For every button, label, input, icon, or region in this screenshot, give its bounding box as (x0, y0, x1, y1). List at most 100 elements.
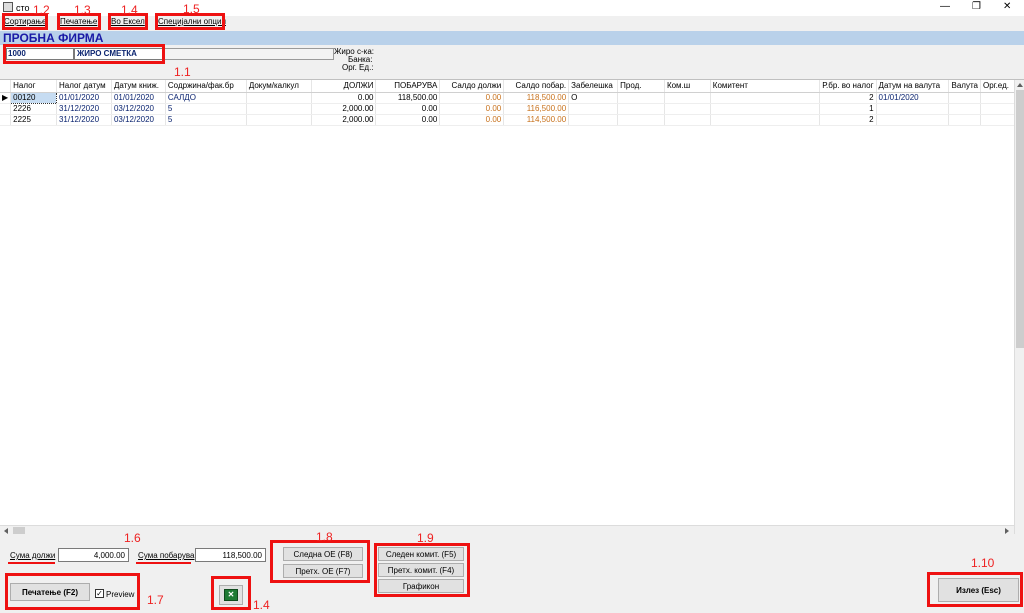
table-cell[interactable] (246, 103, 312, 115)
col-header[interactable]: Салдо должи (439, 80, 505, 93)
table-cell[interactable]: 31/12/2020 (56, 103, 112, 115)
table-cell[interactable] (246, 114, 312, 126)
table-cell[interactable] (568, 114, 619, 126)
table-cell[interactable] (246, 92, 312, 104)
col-header[interactable]: Валута (948, 80, 981, 93)
table-cell[interactable]: 01/01/2020 (56, 92, 112, 104)
sum-debit-label: Сума должи (10, 551, 56, 560)
excel-export-button[interactable]: ✕ (219, 585, 243, 605)
table-cell[interactable]: 0.00 (439, 103, 505, 115)
table-cell[interactable]: САЛДО (165, 92, 247, 104)
table-cell[interactable]: 5 (165, 103, 247, 115)
prev-client-button[interactable]: Претх. комит. (F4) (378, 563, 464, 577)
exit-button[interactable]: Излез (Esc) (938, 578, 1019, 602)
col-header[interactable]: Прод. (617, 80, 665, 93)
table-cell[interactable] (617, 114, 665, 126)
prev-oe-button[interactable]: Претх. ОЕ (F7) (283, 564, 363, 578)
next-oe-button[interactable]: Следна ОЕ (F8) (283, 547, 363, 561)
table-row[interactable]: 2225 31/12/2020 03/12/2020 5 2,000.00 0.… (0, 114, 1024, 126)
table-cell[interactable]: 2 (819, 92, 877, 104)
table-cell[interactable] (664, 114, 711, 126)
excel-icon: ✕ (224, 589, 238, 601)
horizontal-scroll-thumb[interactable] (13, 527, 25, 534)
table-cell[interactable]: 31/12/2020 (56, 114, 112, 126)
col-header[interactable]: Забелешка (568, 80, 619, 93)
col-header[interactable]: Ком.ш (664, 80, 711, 93)
print-button[interactable]: Печатење (F2) (10, 583, 90, 601)
col-header[interactable]: ПОБАРУВА (375, 80, 441, 93)
horizontal-scrollbar[interactable] (0, 525, 1014, 534)
col-header[interactable]: Докум/калкул (246, 80, 312, 93)
row-indicator-header (0, 80, 12, 93)
sum-debit-field: 4,000.00 (58, 548, 129, 562)
table-row[interactable]: ▶ 00120 01/01/2020 01/01/2020 САЛДО 0.00… (0, 91, 1024, 104)
ledger-grid[interactable]: Налог Налог датум Датум книж. Содржина/ф… (0, 79, 1024, 534)
table-cell[interactable] (664, 103, 711, 115)
table-cell[interactable] (617, 92, 665, 104)
menu-special-options[interactable]: Специјални опции (158, 17, 226, 26)
col-header[interactable]: Датум книж. (111, 80, 166, 93)
table-cell[interactable]: 0.00 (311, 92, 377, 104)
scroll-left-icon[interactable] (4, 528, 8, 534)
table-cell[interactable]: 2 (819, 114, 877, 126)
table-cell[interactable]: 2225 (10, 114, 57, 126)
col-header[interactable]: Комитент (710, 80, 821, 93)
table-cell[interactable]: 0.00 (375, 114, 441, 126)
row-pointer-icon: ▶ (0, 92, 12, 104)
table-cell[interactable]: 03/12/2020 (111, 114, 166, 126)
restore-icon[interactable]: ❐ (972, 1, 981, 12)
col-header[interactable]: Салдо побар. (503, 80, 570, 93)
annotation-underline-debit (8, 562, 55, 564)
minimize-icon[interactable]: — (940, 1, 950, 12)
col-header[interactable]: Налог (10, 80, 57, 93)
table-cell[interactable] (710, 103, 821, 115)
sum-credit-label: Сума побарува (138, 551, 195, 560)
chart-button[interactable]: Графикон (378, 579, 464, 593)
scroll-right-icon[interactable] (1005, 528, 1009, 534)
table-cell[interactable]: 118,500.00 (375, 92, 441, 104)
table-cell[interactable] (617, 103, 665, 115)
table-row[interactable]: 2226 31/12/2020 03/12/2020 5 2,000.00 0.… (0, 103, 1024, 115)
table-cell[interactable]: 01/01/2020 (876, 92, 950, 104)
table-cell[interactable] (876, 114, 950, 126)
col-header[interactable]: Содржина/фак.бр (165, 80, 247, 93)
next-client-button[interactable]: Следен комит. (F5) (378, 547, 464, 561)
table-cell[interactable]: 1 (819, 103, 877, 115)
table-cell[interactable] (710, 92, 821, 104)
table-cell[interactable] (568, 103, 619, 115)
menu-sort[interactable]: Сортирање (4, 17, 46, 26)
table-cell[interactable] (664, 92, 711, 104)
table-cell[interactable]: 01/01/2020 (111, 92, 166, 104)
vertical-scroll-thumb[interactable] (1016, 90, 1024, 348)
menu-excel[interactable]: Во Ексел (111, 17, 145, 26)
preview-checkbox[interactable]: ✓ (95, 589, 104, 598)
table-cell[interactable]: О (568, 92, 619, 104)
col-header[interactable]: Налог датум (56, 80, 112, 93)
table-cell[interactable] (948, 114, 981, 126)
scroll-up-icon[interactable] (1017, 83, 1023, 87)
col-header[interactable]: Р.бр. во налог (819, 80, 877, 93)
table-cell[interactable]: 0.00 (439, 114, 505, 126)
close-icon[interactable]: ✕ (1003, 1, 1011, 12)
table-cell[interactable]: 0.00 (375, 103, 441, 115)
table-cell[interactable]: 116,500.00 (503, 103, 570, 115)
table-cell[interactable]: 118,500.00 (503, 92, 570, 104)
company-name: ПРОБНА ФИРМА (3, 31, 104, 45)
table-cell[interactable]: 2226 (10, 103, 57, 115)
table-cell[interactable]: 114,500.00 (503, 114, 570, 126)
table-cell[interactable]: 5 (165, 114, 247, 126)
vertical-scrollbar[interactable] (1014, 80, 1024, 534)
menu-print[interactable]: Печатење (60, 17, 97, 26)
table-cell[interactable] (948, 103, 981, 115)
col-header[interactable]: Датум на валута (876, 80, 950, 93)
table-cell[interactable]: 03/12/2020 (111, 103, 166, 115)
table-cell[interactable]: 2,000.00 (311, 114, 377, 126)
table-cell[interactable] (948, 92, 981, 104)
table-cell[interactable] (876, 103, 950, 115)
table-cell[interactable]: 2,000.00 (311, 103, 377, 115)
table-cell[interactable]: 0.00 (439, 92, 505, 104)
table-cell[interactable] (710, 114, 821, 126)
account-extra-field (164, 48, 334, 60)
table-cell[interactable]: 00120 (10, 91, 57, 104)
col-header[interactable]: ДОЛЖИ (311, 80, 377, 93)
